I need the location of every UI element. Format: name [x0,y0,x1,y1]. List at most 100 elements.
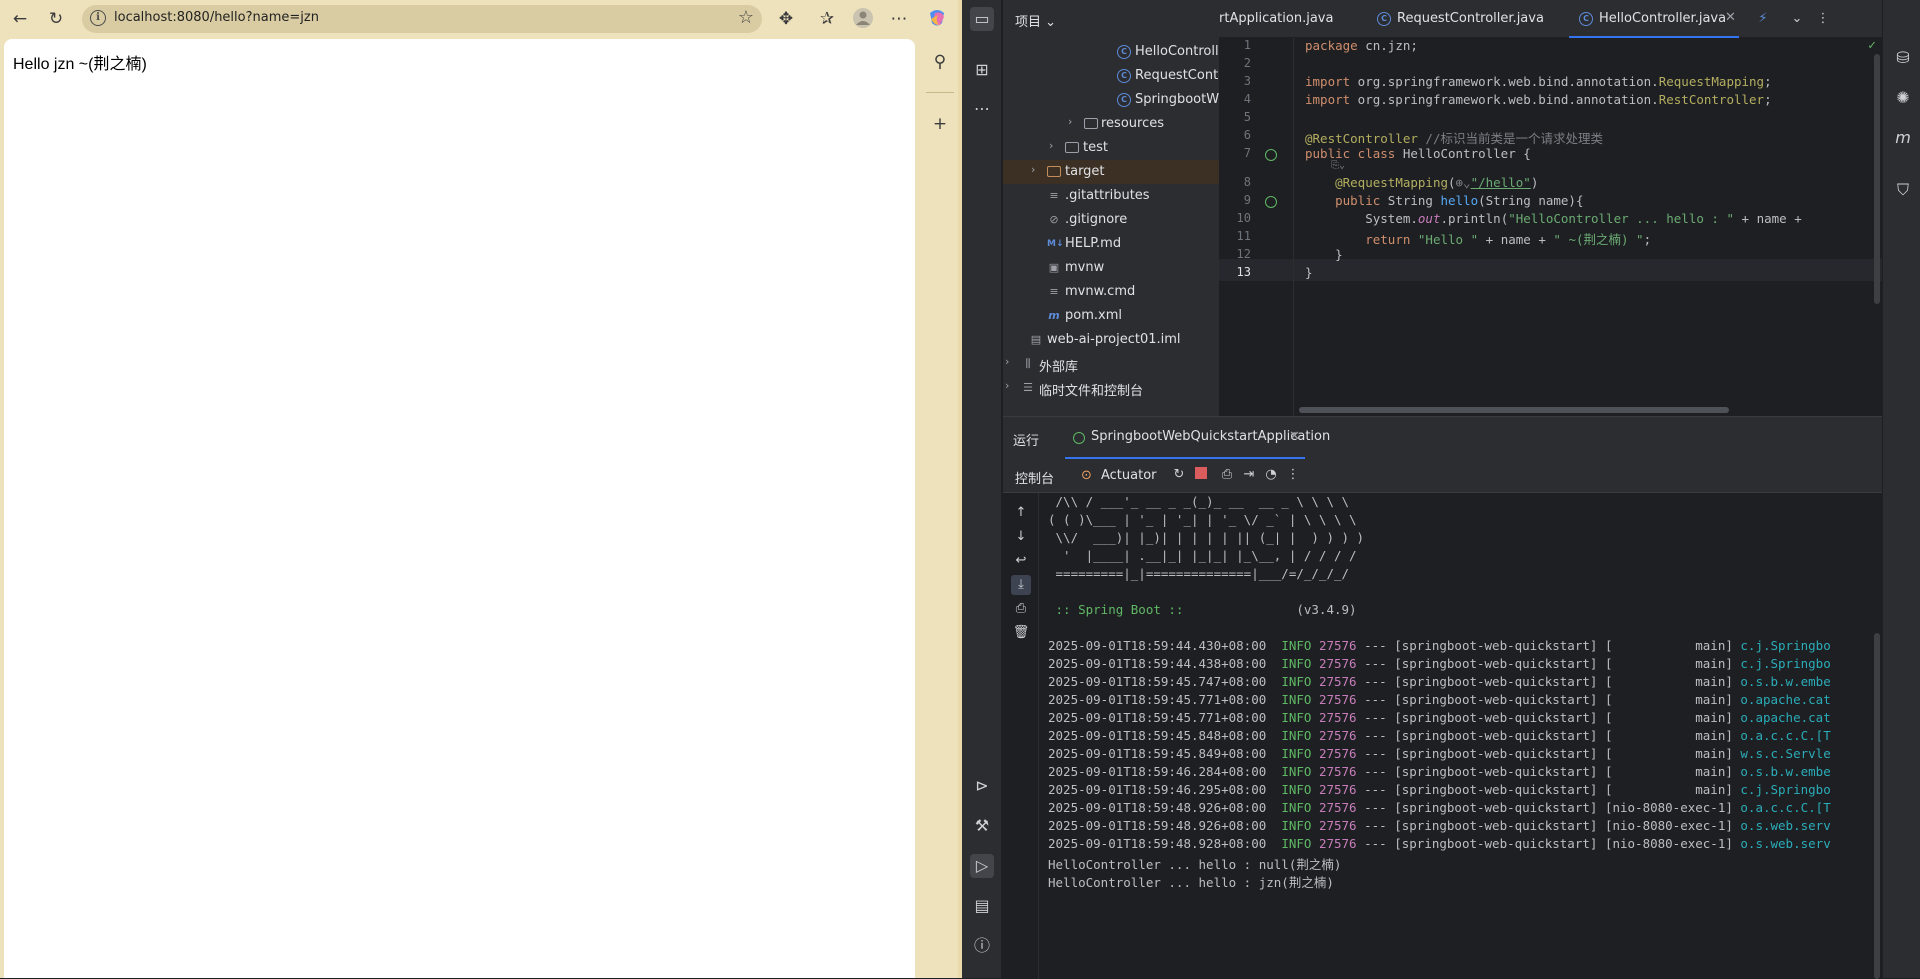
add-icon[interactable]: + [928,112,952,136]
log-line: 2025-09-01T18:59:46.295+08:00 INFO 27576… [1048,782,1831,797]
stop-icon[interactable] [1193,467,1209,483]
class-icon: C [1579,12,1593,26]
chevron-right-icon[interactable]: › [1005,355,1017,368]
check-icon[interactable]: ✓ [1868,38,1876,53]
reload-icon[interactable]: ↻ [44,7,68,31]
run-icon[interactable]: ▷ [970,854,994,878]
tree-item-help-md[interactable]: M↓ HELP.md [1003,232,1219,256]
tab-application[interactable]: rtApplication.java [1219,0,1359,38]
tree-item-springbootweb[interactable]: C SpringbootWeb [1003,88,1219,112]
line-number: 2 [1243,56,1251,70]
database-icon[interactable]: ⛁ [1891,46,1915,70]
tabs-menu-icon[interactable]: ⋮ [1815,11,1831,27]
run-config-tab[interactable]: SpringbootWebQuickstartApplication ✕ [1065,417,1330,459]
more-icon[interactable]: ⋯ [887,7,911,31]
tree-item-gitignore[interactable]: ⊘ .gitignore [1003,208,1219,232]
shield-icon[interactable]: ⛉ [1891,178,1915,202]
terminal-icon[interactable]: ▤ [970,894,994,918]
profile-icon[interactable] [851,7,875,31]
editor-scrollbar-vertical[interactable] [1874,54,1880,304]
profiler-icon[interactable]: ◔ [1263,467,1279,483]
back-arrow-icon[interactable]: ← [8,7,32,31]
scroll-to-end-icon[interactable]: ⤓ [1011,575,1031,595]
search-icon[interactable]: ⚲ [928,50,952,74]
favorites-icon[interactable]: ✰ [815,7,839,31]
chevron-right-icon[interactable]: › [1005,379,1017,392]
tree-item-gitattributes[interactable]: ≡ .gitattributes [1003,184,1219,208]
log-line: 2025-09-01T18:59:48.926+08:00 INFO 27576… [1048,818,1831,833]
tree-item-test[interactable]: › test [1003,136,1219,160]
rerun-icon[interactable]: ↻ [1171,467,1187,483]
line-number: 8 [1243,175,1251,189]
tree-item-resources[interactable]: › resources [1003,112,1219,136]
chevron-right-icon[interactable]: › [1068,115,1080,128]
chevron-right-icon[interactable]: › [1031,163,1043,176]
console-sidebar: ↑ ↓ ↩ ⤓ ⎙ 🗑 [1003,493,1039,979]
tree-item-external-libraries[interactable]: › ⫼ 外部库 [1003,352,1219,376]
actuator-icon: ⊙ [1081,468,1092,483]
maven-icon[interactable]: m [1891,126,1915,150]
log-line: 2025-09-01T18:59:45.849+08:00 INFO 27576… [1048,746,1831,761]
project-header[interactable]: 项目 ⌄ [1003,0,1219,38]
spring-endpoint-icon[interactable] [1265,196,1277,208]
clear-icon[interactable]: 🗑 [1011,623,1031,643]
tree-item-hellocontroller[interactable]: C HelloController [1003,40,1219,64]
tree-item-mvnw-cmd[interactable]: ≡ mvnw.cmd [1003,280,1219,304]
copilot-icon[interactable] [925,7,949,31]
more-tools-icon[interactable]: ⋯ [970,97,994,121]
spring-boot-line: :: Spring Boot :: (v3.4.9) [1048,602,1357,617]
soft-wrap-icon[interactable]: ↩ [1011,551,1031,571]
build-icon[interactable]: ⚒ [970,814,994,838]
scroll-up-icon[interactable]: ↑ [1011,503,1031,523]
ai-assistant-icon[interactable]: ✺ [1891,86,1915,110]
structure-icon[interactable]: ⊞ [970,58,994,82]
tree-item-target[interactable]: › target [1003,160,1219,184]
services-icon[interactable]: ⊳ [970,774,994,798]
current-line-highlight [1219,259,1882,281]
editor-scrollbar-horizontal[interactable] [1299,407,1729,413]
line-number: 6 [1243,128,1251,142]
tab-hellocontroller[interactable]: C HelloController.java ✕ [1569,0,1739,38]
close-tab-icon[interactable]: ✕ [1725,10,1736,25]
screenshot-icon[interactable]: ⎙ [1219,467,1235,483]
console-scrollbar[interactable] [1874,633,1880,979]
info-icon[interactable]: i [90,10,106,26]
address-bar[interactable]: i localhost:8080/hello?name=jzn ☆ [82,5,762,33]
console-output[interactable]: /\\ / ___'_ __ _ _(_)_ __ __ _ \ \ \ \ (… [1048,493,1882,979]
markdown-icon: M↓ [1047,239,1064,249]
print-icon[interactable]: ⎙ [1011,599,1031,619]
extensions-icon[interactable]: ✥ [774,7,798,31]
line-number: 13 [1236,265,1251,279]
spring-bean-icon[interactable] [1265,149,1277,161]
project-folder-icon[interactable]: ▭ [970,7,994,31]
more-icon[interactable]: ⋮ [1285,467,1301,483]
banner-line: ' |____| .__|_| |_|_| |_\__, | / / / / [1048,548,1357,563]
problems-icon[interactable]: ⓘ [970,934,994,958]
tree-item-scratches[interactable]: › ☰ 临时文件和控制台 [1003,376,1219,400]
line-number: 10 [1236,211,1251,225]
tree-item-requestcontroller[interactable]: C RequestControll [1003,64,1219,88]
ai-icon[interactable]: ⚡ [1755,11,1771,27]
scroll-down-icon[interactable]: ↓ [1011,527,1031,547]
code-line-1: package cn.jzn; [1305,38,1418,53]
url-text[interactable]: localhost:8080/hello?name=jzn [114,10,319,25]
code-line-9: public String hello(String name){ [1335,193,1584,208]
project-label[interactable]: 项目 ⌄ [1015,11,1056,30]
module-file-icon: ▤ [1030,333,1042,346]
close-run-tab-icon[interactable]: ✕ [1289,429,1300,444]
tab-requestcontroller[interactable]: C RequestController.java [1367,0,1544,38]
dump-icon[interactable]: ⇥ [1241,467,1257,483]
tree-item-pom-xml[interactable]: m pom.xml [1003,304,1219,328]
code-editor[interactable]: 1 2 3 4 5 6 7 8 9 10 11 12 13 package cn… [1219,38,1882,416]
tree-item-iml[interactable]: ▤ web-ai-project01.iml [1003,328,1219,352]
line-number: 5 [1243,110,1251,124]
browser-sidebar: ⚲ + [920,40,960,978]
code-line-8: @RequestMapping(⊕⌄"/hello") [1335,175,1539,190]
chevron-down-icon[interactable]: ⌄ [1789,11,1805,27]
tree-item-mvnw[interactable]: ▣ mvnw [1003,256,1219,280]
inlay-hint[interactable]: ⎘⌄ [1331,160,1345,171]
tab-actuator[interactable]: Actuator [1101,468,1157,483]
star-icon[interactable]: ☆ [738,7,754,28]
chevron-right-icon[interactable]: › [1049,139,1061,152]
tab-console[interactable]: 控制台 [1015,468,1054,487]
